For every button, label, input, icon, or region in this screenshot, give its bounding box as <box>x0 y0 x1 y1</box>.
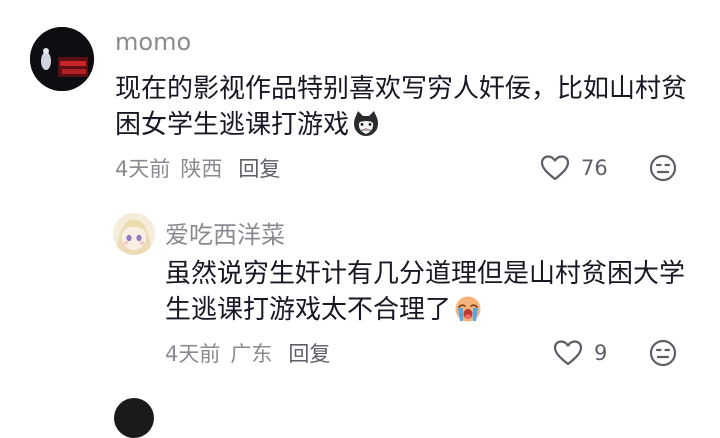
comment-text: 现在的影视作品特别喜欢写穷人奸佞，比如山村贫困女学生逃课打游戏 <box>115 71 695 149</box>
like-button[interactable]: 76 <box>540 152 608 184</box>
comment-time: 4天前 <box>115 157 171 181</box>
dislike-button[interactable] <box>648 153 678 187</box>
comment-text: 虽然说穷生奸计有几分道理但是山村贫困大学生逃课打游戏太不合理了 <box>165 256 685 334</box>
dislike-face-icon <box>649 154 677 182</box>
comment-text-body: 现在的影视作品特别喜欢写穷人奸佞，比如山村贫困女学生逃课打游戏 <box>115 74 688 140</box>
like-count: 76 <box>581 156 608 180</box>
comment-location: 陕西 <box>180 157 223 181</box>
like-count: 9 <box>594 341 608 365</box>
comment-meta: 4天前 陕西 回复 <box>115 152 290 184</box>
avatar-image <box>30 27 94 91</box>
reply-button[interactable]: 回复 <box>288 338 330 368</box>
reply-button[interactable]: 回复 <box>238 153 280 183</box>
comment-text-body: 虽然说穷生奸计有几分道理但是山村贫困大学生逃课打游戏太不合理了 <box>165 259 686 325</box>
comment-meta: 4天前 广东 回复 <box>165 337 340 369</box>
heart-icon <box>553 340 583 366</box>
dislike-button[interactable] <box>648 338 678 372</box>
avatar[interactable] <box>30 27 94 91</box>
reply-comment-item: 爱吃西洋菜 虽然说穷生奸计有几分道理但是山村贫困大学生逃课打游戏太不合理了 4天… <box>0 200 720 380</box>
like-button[interactable]: 9 <box>553 337 607 369</box>
avatar-image <box>113 213 155 255</box>
heart-icon <box>540 155 570 181</box>
comment-item: momo 现在的影视作品特别喜欢写穷人奸佞，比如山村贫困女学生逃课打游戏 4天前… <box>0 0 720 200</box>
comment-location: 广东 <box>230 342 273 366</box>
avatar[interactable] <box>113 213 155 255</box>
cat-emoji <box>351 109 381 149</box>
comment-username[interactable]: momo <box>115 28 191 56</box>
comment-username[interactable]: 爱吃西洋菜 <box>165 215 285 250</box>
dislike-face-icon <box>649 339 677 367</box>
crying-face-emoji <box>453 294 483 334</box>
avatar[interactable] <box>114 398 154 438</box>
comment-time: 4天前 <box>165 342 221 366</box>
